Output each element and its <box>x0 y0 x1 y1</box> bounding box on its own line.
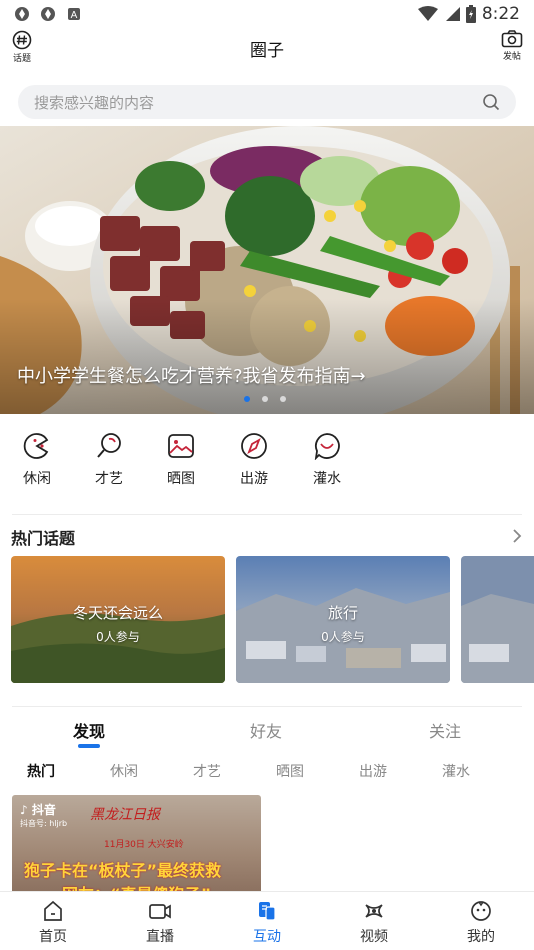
app-notification-icon <box>15 7 29 21</box>
post-button[interactable]: 发帖 <box>494 30 530 62</box>
category-photo[interactable]: 晒图 <box>156 432 206 488</box>
carousel-dot <box>244 396 250 402</box>
nav-home[interactable]: 首页 <box>23 900 83 946</box>
video-icon <box>365 904 383 918</box>
carousel-dots <box>244 396 286 402</box>
banner-carousel[interactable]: 中小学学生餐怎么吃才营养?我省发布指南→ <box>0 126 534 414</box>
tab-friends[interactable]: 好友 <box>250 718 282 742</box>
newspaper-name: 黑龙江日报 <box>90 807 160 823</box>
carousel-dot <box>280 396 286 402</box>
tab-following[interactable]: 关注 <box>429 718 461 742</box>
pacman-icon <box>23 433 49 459</box>
subtab-travel[interactable]: 出游 <box>359 761 387 781</box>
subtab-photo[interactable]: 晒图 <box>276 761 304 781</box>
subtab-talent[interactable]: 才艺 <box>193 761 221 781</box>
search-icon[interactable] <box>482 93 500 111</box>
live-icon <box>149 904 171 919</box>
subtab-leisure[interactable]: 休闲 <box>110 761 138 781</box>
nav-label: 视频 <box>360 929 388 945</box>
tab-discover[interactable]: 发现 <box>73 718 105 742</box>
image-icon <box>168 434 194 458</box>
notification-icons: A <box>14 6 82 22</box>
topic-image <box>461 556 534 683</box>
app-header: 话题 圈子 发帖 <box>0 28 534 78</box>
nav-video[interactable]: 视频 <box>344 900 404 946</box>
topic-title: 旅行 <box>327 604 358 622</box>
nav-label: 首页 <box>39 929 67 945</box>
active-tab-indicator <box>78 744 100 748</box>
topic-count: 0人参与 <box>321 630 365 644</box>
battery-icon <box>465 5 476 23</box>
platform-name: 抖音 <box>31 803 56 817</box>
topic-card[interactable]: 冬天还会远么 0人参与 <box>11 556 225 683</box>
nav-live[interactable]: 直播 <box>130 900 190 946</box>
subtab-hot[interactable]: 热门 <box>27 761 55 781</box>
interact-icon <box>259 902 276 921</box>
banner-caption: 中小学学生餐怎么吃才营养?我省发布指南→ <box>17 366 366 387</box>
category-label: 灌水 <box>313 471 341 487</box>
a-notification-icon: A <box>68 8 80 21</box>
divider <box>12 514 522 515</box>
category-leisure[interactable]: 休闲 <box>12 432 62 488</box>
camera-icon <box>501 30 523 48</box>
nav-interact[interactable]: 互动 <box>237 900 297 946</box>
category-chat[interactable]: 灌水 <box>302 432 352 488</box>
hot-topics-title: 热门话题 <box>11 529 76 548</box>
nav-label: 直播 <box>146 929 174 945</box>
topic-title: 冬天还会远么 <box>72 604 163 622</box>
divider <box>12 706 522 707</box>
nav-label: 我的 <box>467 929 495 945</box>
clock: 8:22 <box>481 4 520 24</box>
headline-line-1: 狍子卡在“板杖子”最终获救 <box>24 861 222 880</box>
category-label: 晒图 <box>167 471 195 487</box>
category-label: 休闲 <box>23 471 51 487</box>
chat-smile-icon <box>314 433 340 460</box>
category-travel[interactable]: 出游 <box>229 432 279 488</box>
topic-count: 0人参与 <box>96 630 140 644</box>
signal-icon <box>445 7 460 21</box>
profile-icon <box>471 901 491 921</box>
news-date: 11月30日 大兴安岭 <box>104 840 184 850</box>
category-row: 休闲 才艺 晒图 出游 灌水 <box>0 432 534 496</box>
feed-card[interactable]: ♪ 抖音 抖音号: hljrb 黑龙江日报 11月30日 大兴安岭 狍子卡在“板… <box>12 795 261 895</box>
topic-card[interactable] <box>461 556 534 683</box>
account-id: 抖音号: hljrb <box>20 819 68 828</box>
subtab-chat[interactable]: 灌水 <box>442 761 470 781</box>
category-talent[interactable]: 才艺 <box>84 432 134 488</box>
wifi-icon <box>417 6 438 21</box>
post-label: 发帖 <box>502 52 521 62</box>
chevron-right-icon[interactable] <box>512 528 522 544</box>
status-bar: A 8:22 <box>0 0 534 28</box>
category-label: 出游 <box>240 471 268 487</box>
nav-profile[interactable]: 我的 <box>451 900 511 946</box>
topic-card[interactable]: 旅行 0人参与 <box>236 556 450 683</box>
platform-logo: ♪ 抖音 <box>20 801 56 818</box>
nav-label: 互动 <box>253 929 281 945</box>
category-label: 才艺 <box>95 471 123 487</box>
search-placeholder: 搜索感兴趣的内容 <box>34 93 155 112</box>
music-note-icon: ♪ <box>20 803 28 817</box>
app-notification-icon <box>41 7 55 21</box>
search-bar[interactable]: 搜索感兴趣的内容 <box>18 85 516 119</box>
bottom-navigation: 首页 直播 互动 视频 我的 <box>0 891 534 950</box>
compass-icon <box>241 433 267 459</box>
page-title: 圈子 <box>250 41 284 61</box>
svg-text:A: A <box>71 10 78 21</box>
carousel-dot <box>262 396 268 402</box>
mirror-icon <box>97 433 121 458</box>
home-icon <box>44 900 62 921</box>
